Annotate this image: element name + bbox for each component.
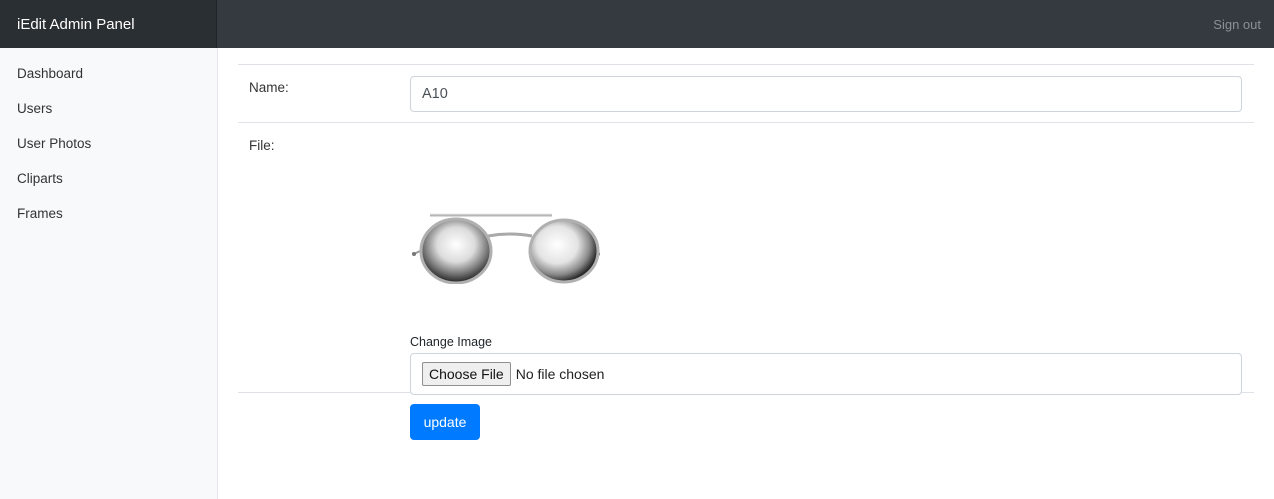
sidebar-item-cliparts[interactable]: Cliparts <box>0 169 217 204</box>
file-status-text: No file chosen <box>515 366 605 382</box>
sidebar: Dashboard Users User Photos Cliparts Fra… <box>0 48 218 499</box>
sign-out-link[interactable]: Sign out <box>1213 0 1261 48</box>
sunglasses-preview-image <box>412 213 600 285</box>
sidebar-item-dashboard[interactable]: Dashboard <box>0 64 217 99</box>
top-navbar: iEdit Admin Panel Sign out <box>0 0 1274 48</box>
sidebar-item-users[interactable]: Users <box>0 99 217 134</box>
edit-form: Name: File: <box>238 64 1254 440</box>
file-label: File: <box>249 138 275 153</box>
sidebar-item-frames[interactable]: Frames <box>0 204 217 239</box>
choose-file-button[interactable]: Choose File <box>422 362 511 386</box>
update-button[interactable]: update <box>410 404 480 440</box>
brand-title[interactable]: iEdit Admin Panel <box>0 0 217 48</box>
name-input[interactable] <box>410 76 1242 112</box>
file-row: File: Change Image Choose File No file c… <box>238 122 1254 395</box>
name-row: Name: <box>238 64 1254 122</box>
sidebar-item-user-photos[interactable]: User Photos <box>0 134 217 169</box>
file-input[interactable]: Choose File No file chosen <box>410 353 1242 395</box>
action-row: update <box>238 392 1254 440</box>
name-label: Name: <box>249 80 289 95</box>
change-image-label: Change Image <box>410 335 493 349</box>
